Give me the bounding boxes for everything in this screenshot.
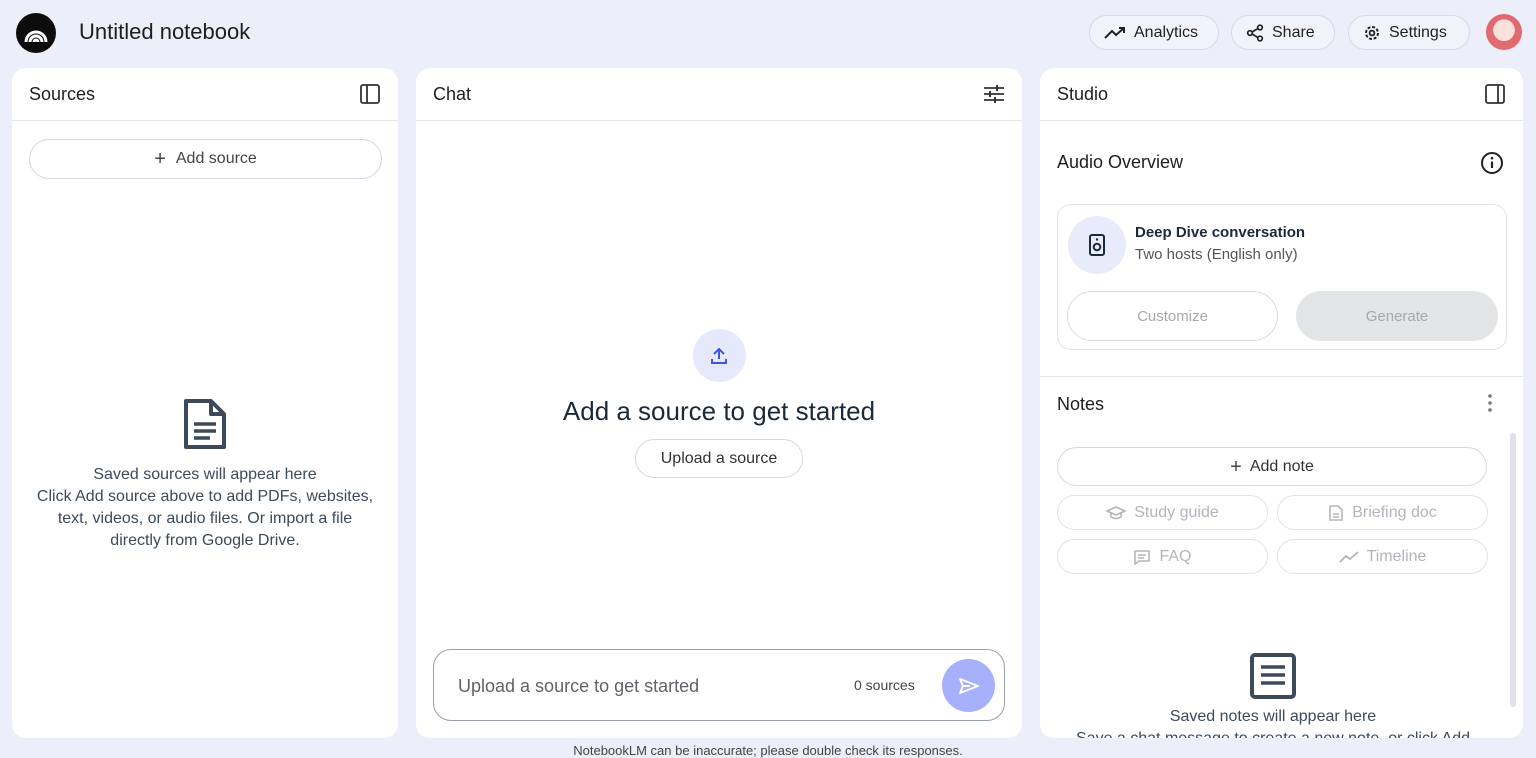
briefing-doc-button[interactable]: Briefing doc <box>1277 495 1488 530</box>
study-guide-button[interactable]: Study guide <box>1057 495 1268 530</box>
notes-more-button[interactable] <box>1486 393 1494 418</box>
faq-button[interactable]: FAQ <box>1057 539 1268 574</box>
share-button[interactable]: Share <box>1231 15 1335 50</box>
source-count: 0 sources <box>854 677 915 693</box>
chat-input[interactable] <box>458 672 838 700</box>
study-guide-label: Study guide <box>1134 503 1219 521</box>
customize-button[interactable]: Customize <box>1067 291 1278 341</box>
chat-settings-button[interactable] <box>982 82 1006 106</box>
notes-document-icon <box>1250 653 1296 699</box>
chat-heading: Add a source to get started <box>562 396 876 426</box>
deep-dive-subtitle: Two hosts (English only) <box>1135 246 1298 263</box>
generate-button[interactable]: Generate <box>1296 291 1498 341</box>
notes-title: Notes <box>1057 394 1105 414</box>
chat-header: Chat <box>416 68 1022 121</box>
disclaimer: NotebookLM can be inaccurate; please dou… <box>573 743 963 758</box>
studio-panel: Studio Audio Overview Deep Dive conversa… <box>1040 68 1523 738</box>
chat-title: Chat <box>433 83 472 104</box>
timeline-button[interactable]: Timeline <box>1277 539 1488 574</box>
info-button[interactable] <box>1480 151 1504 180</box>
plus-icon: + <box>154 148 166 170</box>
send-icon <box>958 677 979 694</box>
chat-empty-state: Add a source to get started Upload a sou… <box>416 329 1022 478</box>
briefing-doc-icon <box>1329 504 1344 521</box>
chat-input-box: 0 sources <box>433 649 1005 721</box>
gear-icon <box>1365 25 1379 40</box>
divider <box>1040 376 1523 377</box>
analytics-button[interactable]: Analytics <box>1089 15 1219 50</box>
notes-empty-state: Saved notes will appear here Save a chat… <box>1040 652 1506 738</box>
info-icon <box>1481 152 1503 174</box>
add-note-label: Add note <box>1249 457 1314 475</box>
notes-empty-title: Saved notes will appear here <box>1169 708 1377 725</box>
notes-scrollbar[interactable] <box>1510 433 1516 707</box>
sources-empty-state: Saved sources will appear here Click Add… <box>12 398 398 552</box>
deep-dive-title: Deep Dive conversation <box>1135 224 1306 241</box>
more-vert-icon <box>1488 394 1492 412</box>
sidebar-toggle-icon <box>360 84 380 104</box>
deep-dive-card: Deep Dive conversation Two hosts (Englis… <box>1057 204 1507 350</box>
collapse-sources-button[interactable] <box>358 82 382 106</box>
notebook-title[interactable]: Untitled notebook <box>79 19 250 45</box>
speaker-icon <box>1068 216 1126 274</box>
trending-up-icon <box>1104 26 1125 39</box>
timeline-icon <box>1338 550 1359 563</box>
sidebar-toggle-icon <box>1485 84 1505 104</box>
send-button[interactable] <box>942 659 995 712</box>
sources-header: Sources <box>12 68 398 121</box>
analytics-label: Analytics <box>1134 23 1199 41</box>
graduation-cap-icon <box>1106 505 1127 519</box>
notes-empty-body: Save a chat message to create a new note… <box>1040 728 1506 738</box>
chat-panel: Chat Add a source to get started Upload … <box>416 68 1022 738</box>
add-note-button[interactable]: + Add note <box>1057 447 1487 486</box>
sliders-icon <box>984 85 1004 103</box>
share-label: Share <box>1272 23 1315 41</box>
plus-icon: + <box>1230 455 1242 478</box>
collapse-studio-button[interactable] <box>1483 82 1507 106</box>
sources-title: Sources <box>29 83 96 104</box>
share-icon <box>1246 23 1264 42</box>
studio-header: Studio <box>1040 68 1523 121</box>
sources-empty-line-3: directly from Google Drive. <box>110 532 300 549</box>
sources-empty-line-1: Click Add source above to add PDFs, webs… <box>36 488 374 505</box>
sources-empty-title: Saved sources will appear here <box>93 466 317 483</box>
sources-empty-line-2: text, videos, or audio files. Or import … <box>57 510 353 527</box>
upload-source-button[interactable]: Upload a source <box>634 439 804 478</box>
add-source-button[interactable]: + Add source <box>29 139 382 179</box>
notebooklm-logo-icon[interactable] <box>16 13 56 53</box>
timeline-label: Timeline <box>1366 547 1427 565</box>
upload-icon <box>711 347 727 364</box>
user-avatar[interactable] <box>1486 14 1522 50</box>
upload-circle <box>692 329 746 382</box>
top-bar: Untitled notebook Analytics Share Settin… <box>0 0 1536 66</box>
settings-button[interactable]: Settings <box>1348 15 1470 50</box>
chat-bubble-icon <box>1134 549 1151 565</box>
faq-label: FAQ <box>1159 547 1192 565</box>
document-icon <box>184 399 226 449</box>
add-source-label: Add source <box>175 150 257 167</box>
briefing-doc-label: Briefing doc <box>1352 503 1437 521</box>
studio-title: Studio <box>1057 83 1109 104</box>
sources-panel: Sources + Add source Saved sources will … <box>12 68 398 738</box>
settings-label: Settings <box>1389 23 1447 41</box>
audio-overview-title: Audio Overview <box>1057 152 1184 172</box>
